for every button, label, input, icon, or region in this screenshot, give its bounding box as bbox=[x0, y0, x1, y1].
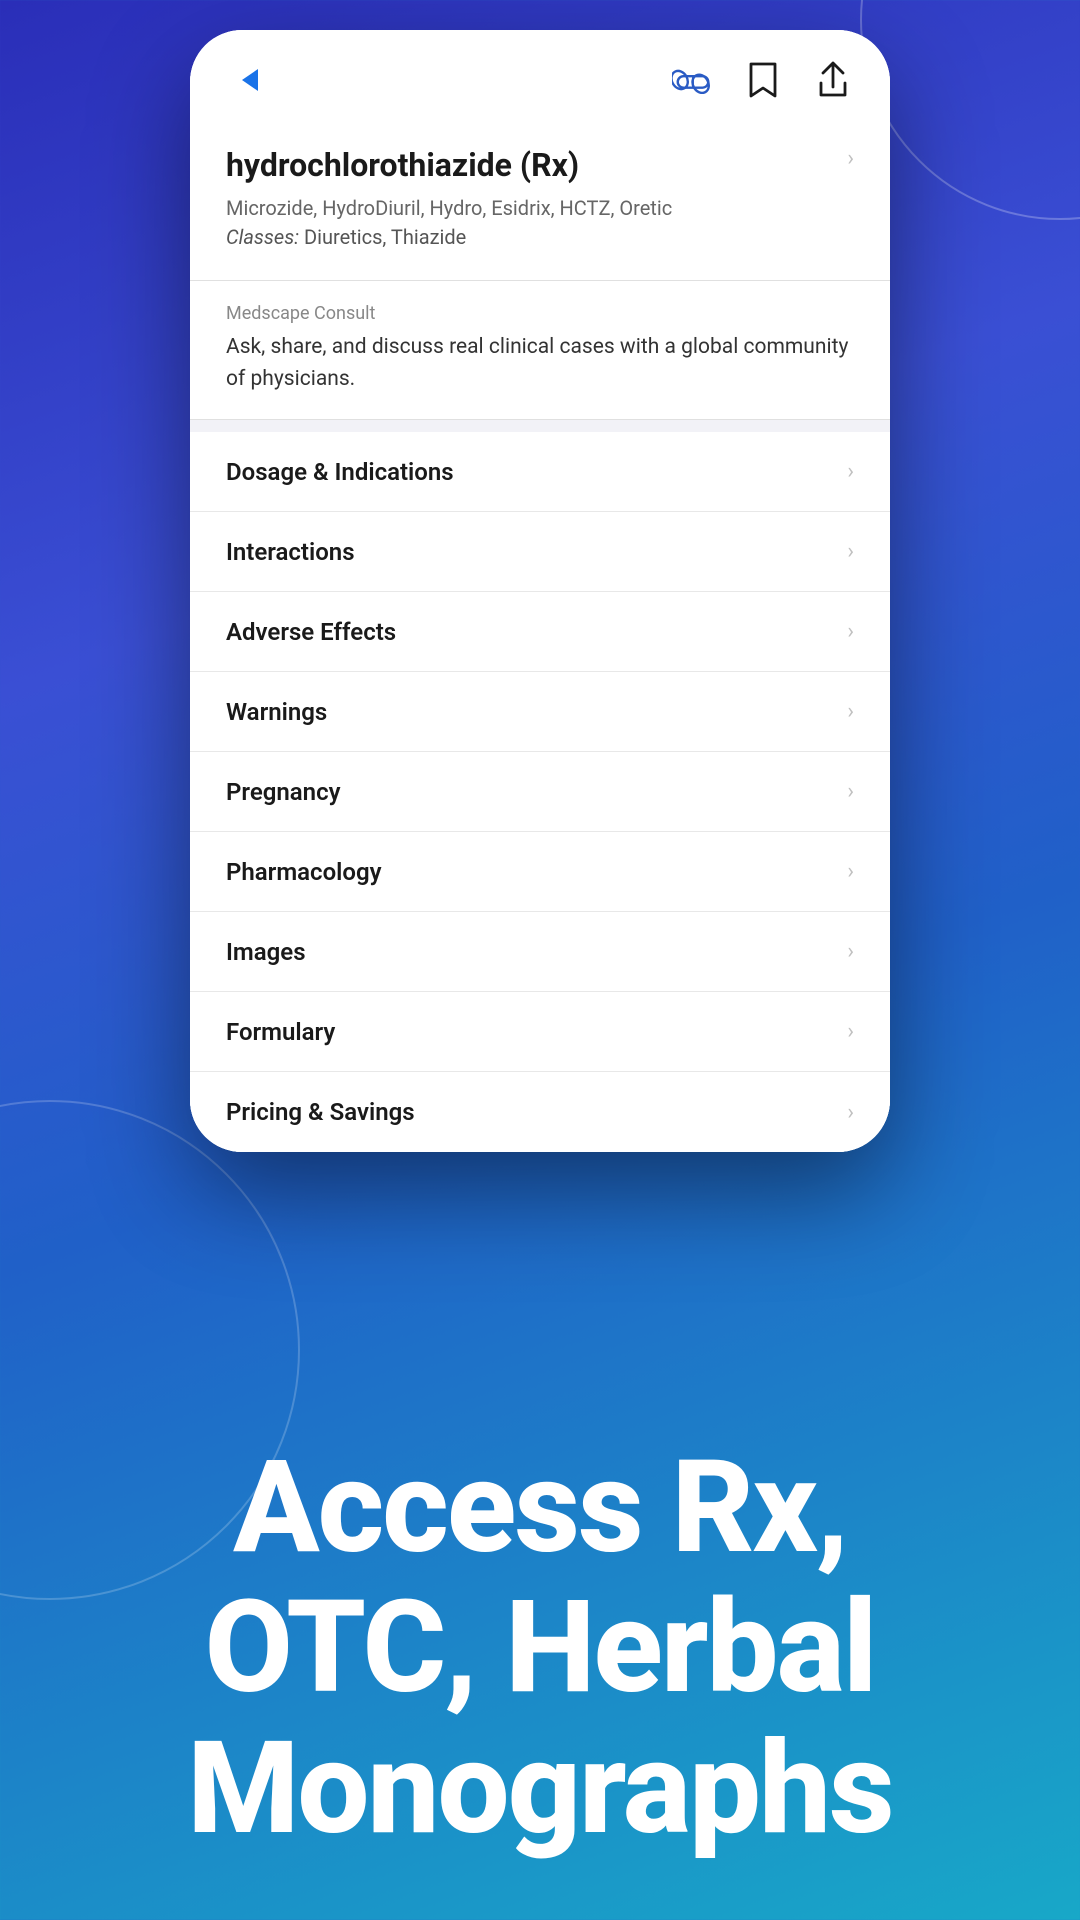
share-button[interactable] bbox=[812, 59, 854, 101]
consult-section: Medscape Consult Ask, share, and discuss… bbox=[190, 281, 890, 420]
consult-title: Medscape Consult bbox=[226, 303, 854, 324]
menu-item-pregnancy[interactable]: Pregnancy › bbox=[190, 752, 890, 832]
menu-item-pharmacology[interactable]: Pharmacology › bbox=[190, 832, 890, 912]
formulary-chevron-icon: › bbox=[847, 1019, 854, 1044]
bottom-line2: OTC, Herbal bbox=[205, 1573, 876, 1723]
menu-item-warnings[interactable]: Warnings › bbox=[190, 672, 890, 752]
images-chevron-icon: › bbox=[847, 939, 854, 964]
menu-item-interactions[interactable]: Interactions › bbox=[190, 512, 890, 592]
menu-item-pricing[interactable]: Pricing & Savings › bbox=[190, 1072, 890, 1152]
dosage-chevron-icon: › bbox=[847, 459, 854, 484]
menu-item-formulary-label: Formulary bbox=[226, 1018, 335, 1046]
pricing-chevron-icon: › bbox=[847, 1100, 854, 1125]
drug-header-chevron-icon: › bbox=[847, 146, 854, 171]
menu-item-dosage-label: Dosage & Indications bbox=[226, 458, 454, 486]
bottom-line3: Monographs bbox=[187, 1714, 892, 1864]
pregnancy-chevron-icon: › bbox=[847, 779, 854, 804]
phone-wrapper: hydrochlorothiazide (Rx) Microzide, Hydr… bbox=[190, 30, 890, 1152]
bookmark-button[interactable] bbox=[742, 59, 784, 101]
adverse-chevron-icon: › bbox=[847, 619, 854, 644]
drug-classes-value: Diuretics, Thiazide bbox=[304, 225, 466, 249]
pharmacology-chevron-icon: › bbox=[847, 859, 854, 884]
menu-item-interactions-label: Interactions bbox=[226, 538, 355, 566]
pill-icon[interactable] bbox=[672, 59, 714, 101]
bottom-headline: Access Rx, OTC, Herbal Monographs bbox=[60, 1438, 1020, 1860]
bottom-line1: Access Rx, bbox=[233, 1433, 847, 1583]
menu-item-pharmacology-label: Pharmacology bbox=[226, 858, 382, 886]
bottom-text-section: Access Rx, OTC, Herbal Monographs bbox=[0, 1438, 1080, 1860]
drug-aliases: Microzide, HydroDiuril, Hydro, Esidrix, … bbox=[226, 194, 847, 252]
menu-item-warnings-label: Warnings bbox=[226, 698, 327, 726]
menu-list: Dosage & Indications › Interactions › Ad… bbox=[190, 432, 890, 1152]
menu-item-images-label: Images bbox=[226, 938, 306, 966]
nav-right bbox=[672, 59, 854, 101]
warnings-chevron-icon: › bbox=[847, 699, 854, 724]
menu-item-dosage[interactable]: Dosage & Indications › bbox=[190, 432, 890, 512]
menu-item-pricing-label: Pricing & Savings bbox=[226, 1098, 415, 1126]
menu-item-images[interactable]: Images › bbox=[190, 912, 890, 992]
menu-item-adverse-label: Adverse Effects bbox=[226, 618, 396, 646]
interactions-chevron-icon: › bbox=[847, 539, 854, 564]
menu-item-formulary[interactable]: Formulary › bbox=[190, 992, 890, 1072]
drug-classes-label: Classes: bbox=[226, 225, 299, 249]
menu-item-adverse[interactable]: Adverse Effects › bbox=[190, 592, 890, 672]
consult-text: Ask, share, and discuss real clinical ca… bbox=[226, 332, 854, 395]
phone-screen: hydrochlorothiazide (Rx) Microzide, Hydr… bbox=[190, 30, 890, 1152]
back-button[interactable] bbox=[226, 58, 270, 102]
phone-frame: hydrochlorothiazide (Rx) Microzide, Hydr… bbox=[190, 30, 890, 1152]
drug-title: hydrochlorothiazide (Rx) bbox=[226, 146, 847, 184]
nav-left bbox=[226, 58, 270, 102]
decorative-curve-top bbox=[860, 0, 1080, 220]
back-chevron-icon bbox=[242, 69, 258, 91]
menu-item-pregnancy-label: Pregnancy bbox=[226, 778, 341, 806]
nav-bar bbox=[190, 30, 890, 122]
drug-header: hydrochlorothiazide (Rx) Microzide, Hydr… bbox=[190, 122, 890, 281]
